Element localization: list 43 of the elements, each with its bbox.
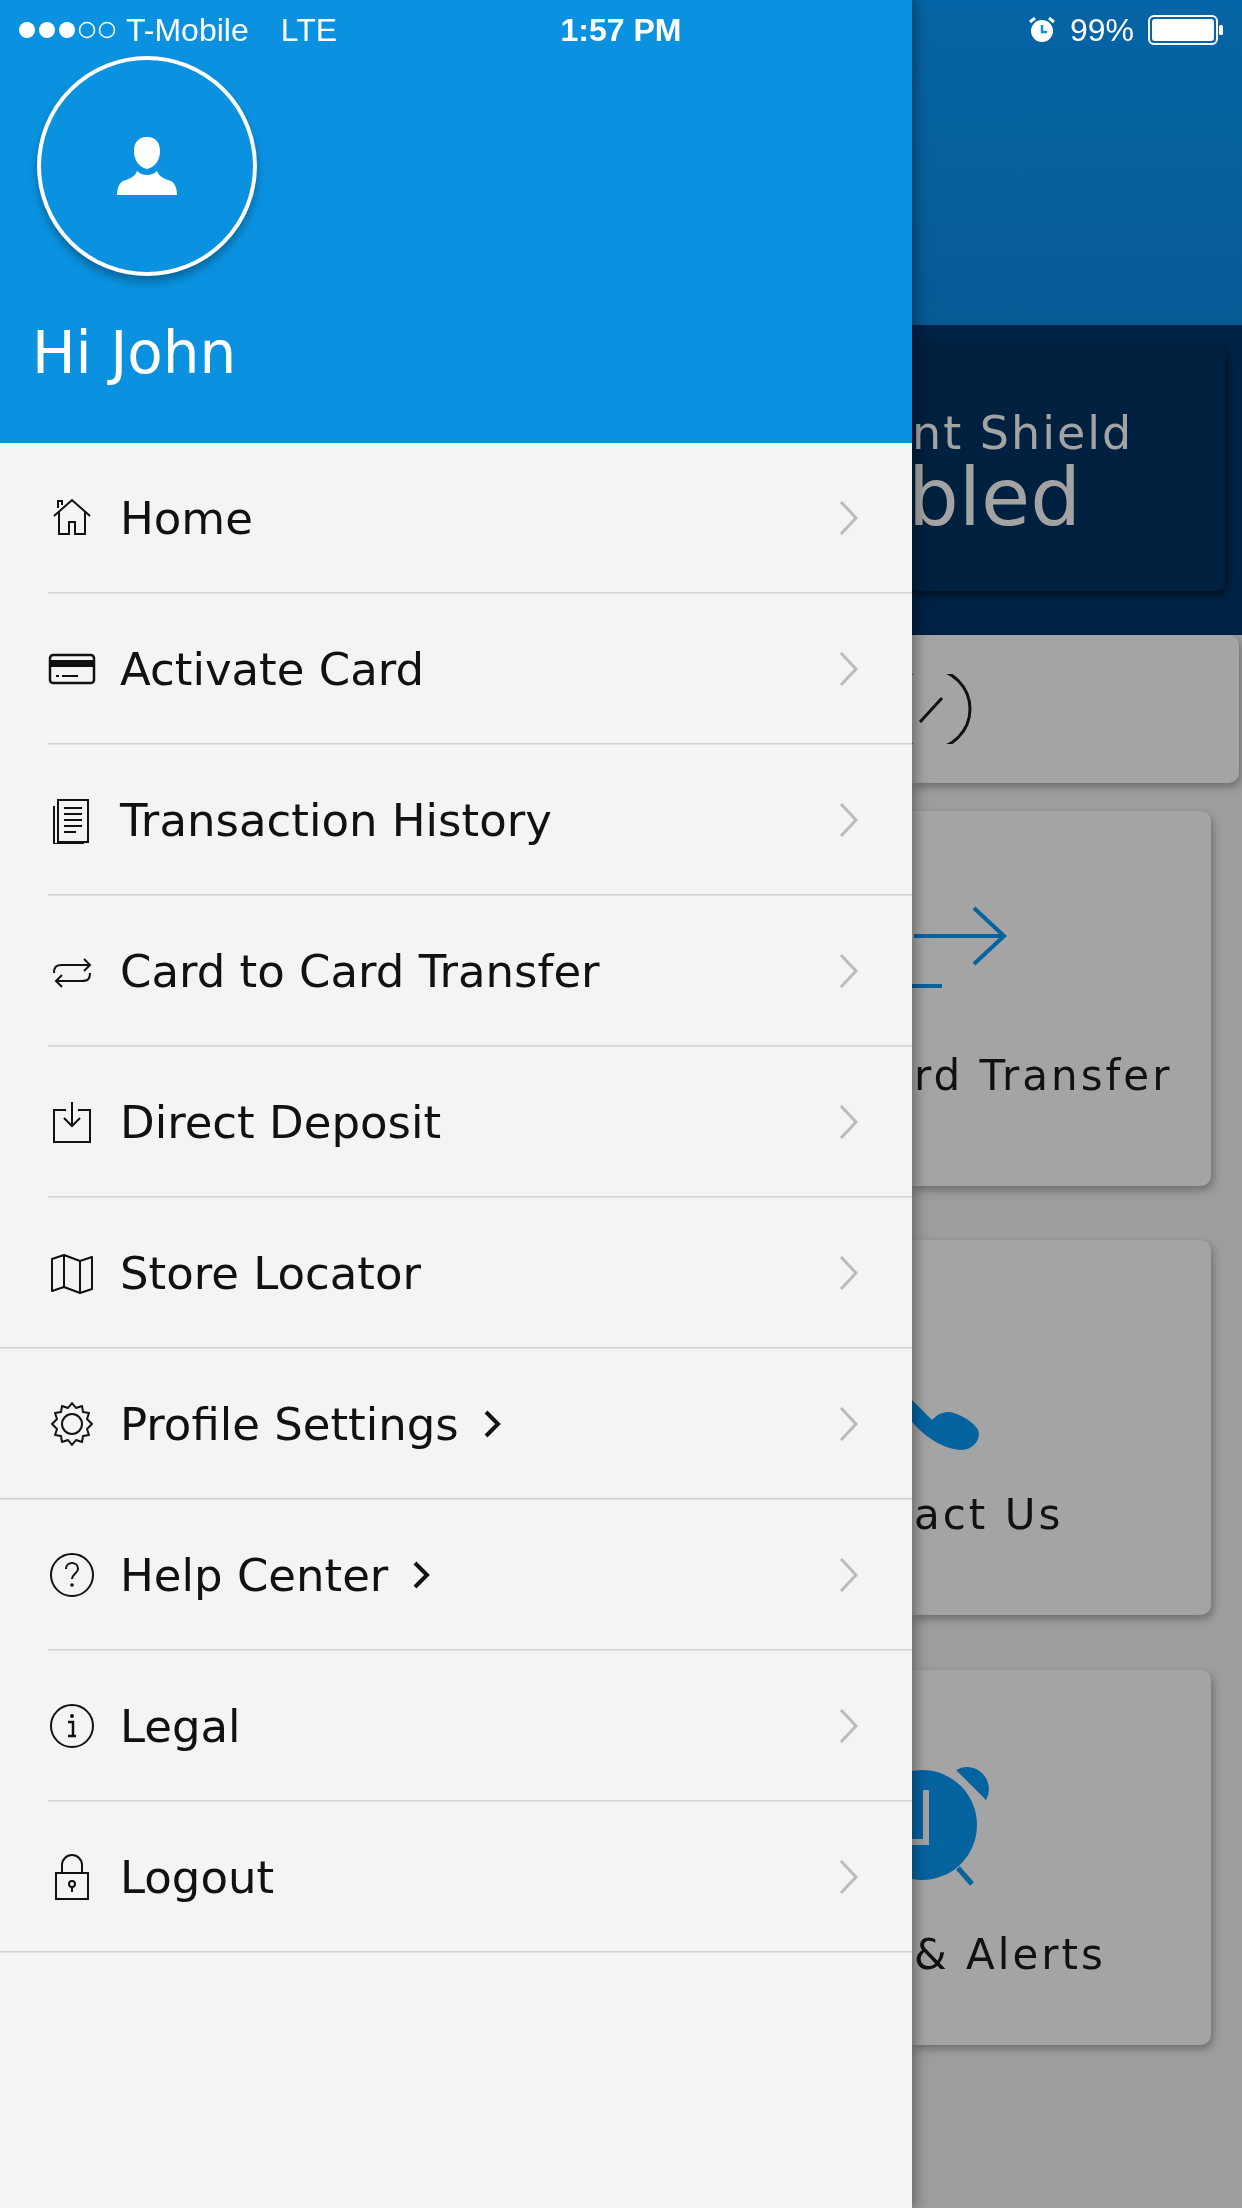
menu-label: Direct Deposit: [120, 1095, 442, 1149]
chevron-icon: [838, 952, 860, 990]
status-time: 1:57 PM: [560, 11, 682, 49]
chevron-icon: [838, 499, 860, 537]
chevron-icon: [838, 801, 860, 839]
chevron-icon: [412, 1560, 431, 1590]
menu-label: Help Center: [120, 1548, 389, 1602]
chevron-icon: [838, 1556, 860, 1594]
chevron-icon: [838, 650, 860, 688]
network-type: LTE: [280, 11, 337, 49]
chevron-icon: [838, 1707, 860, 1745]
banner-status: bled: [912, 458, 1082, 539]
tile-card[interactable]: [912, 635, 1239, 783]
tile-card[interactable]: & Alerts: [912, 1670, 1211, 2045]
chevron-icon: [482, 1409, 501, 1439]
tile-label: rd Transfer: [914, 1051, 1174, 1100]
tile-card[interactable]: rd Transfer: [912, 811, 1211, 1186]
chevron-icon: [838, 1858, 860, 1896]
settings-icon: [48, 1400, 96, 1448]
banner-title: nt Shield: [912, 407, 1135, 459]
signal-icon: [18, 20, 116, 40]
alarm-icon: [1027, 16, 1056, 44]
chevron-icon: [838, 1254, 860, 1292]
battery-percent: 99%: [1069, 11, 1134, 49]
battery-icon: [1148, 15, 1224, 45]
carrier-name: T-Mobile: [126, 11, 249, 49]
person-icon: [115, 135, 179, 197]
question-icon: [48, 1551, 96, 1599]
phone-icon: [912, 1400, 979, 1450]
chevron-icon: [838, 1103, 860, 1141]
chevron-icon: [838, 1405, 860, 1443]
menu-label: Logout: [120, 1850, 275, 1904]
menu-label: Legal: [120, 1699, 241, 1753]
menu-label: Home: [120, 491, 253, 545]
menu-label: Profile Settings: [120, 1397, 459, 1451]
menu-label: Activate Card: [120, 642, 424, 696]
menu-label: Card to Card Transfer: [120, 944, 600, 998]
menu-label: Transaction History: [120, 793, 552, 847]
tile-card[interactable]: act Us: [912, 1240, 1211, 1615]
tile-label: & Alerts: [914, 1930, 1107, 1979]
menu-label: Store Locator: [120, 1246, 422, 1300]
info-icon: [48, 1702, 96, 1750]
tile-label: act Us: [914, 1490, 1065, 1539]
